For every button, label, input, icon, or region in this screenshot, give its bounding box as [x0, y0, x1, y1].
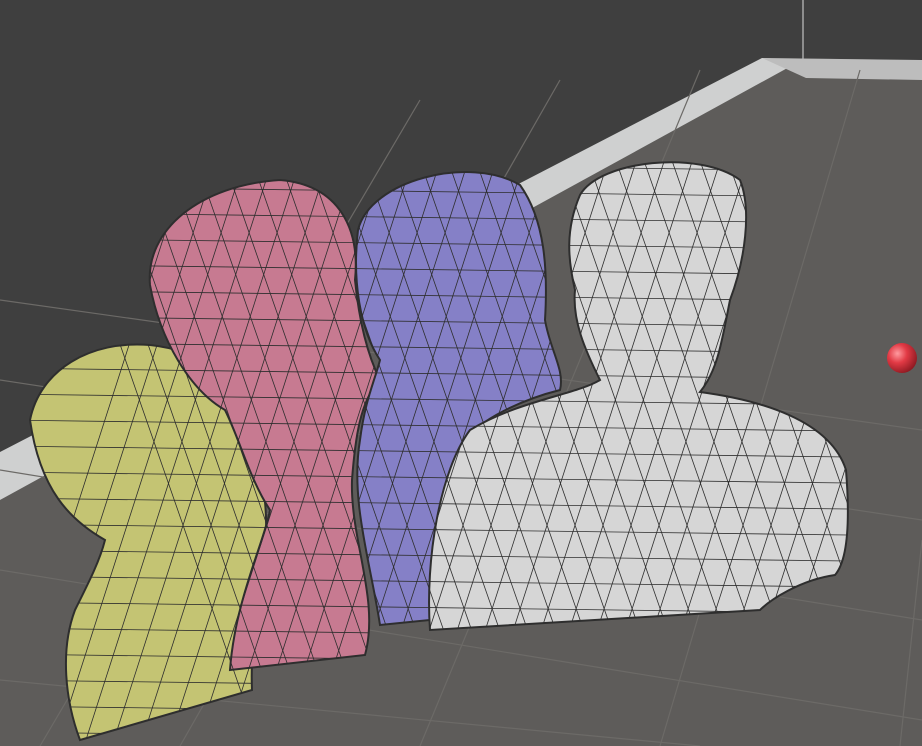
3d-viewport[interactable] — [0, 0, 922, 746]
scene-canvas[interactable] — [0, 0, 922, 746]
light-marker-icon[interactable] — [887, 343, 917, 373]
